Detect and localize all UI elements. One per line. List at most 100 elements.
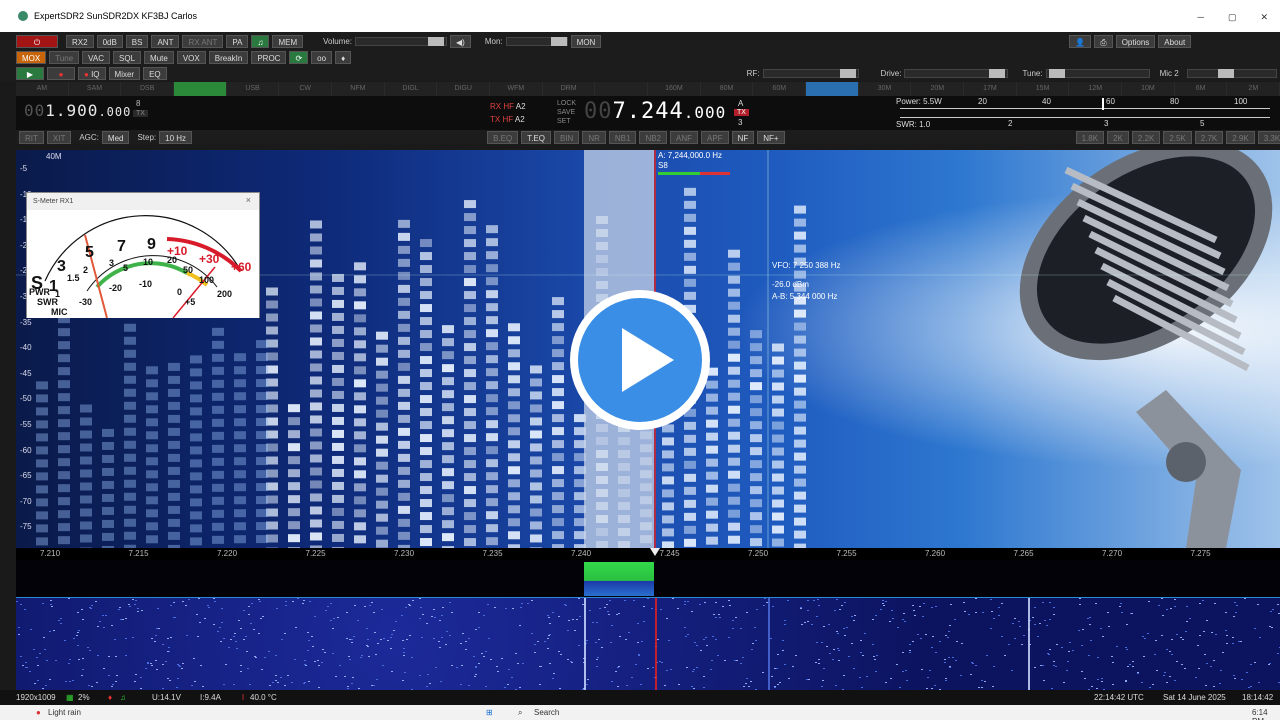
dsp-button[interactable]: T.EQ	[521, 130, 551, 144]
options-button[interactable]: Options	[1115, 34, 1156, 48]
mode-band-item[interactable]: USB	[227, 82, 280, 96]
mode-band-item[interactable]	[595, 82, 649, 96]
search-box[interactable]: Search	[534, 708, 559, 717]
tape-icon[interactable]: oo	[311, 50, 333, 64]
mode-band-item[interactable]: WFM	[490, 82, 543, 96]
user-icon[interactable]: 👤	[1069, 34, 1092, 48]
mode-band-item[interactable]: DRM	[543, 82, 596, 96]
mode-band-item[interactable]: 10M	[1122, 82, 1175, 96]
weather-text[interactable]: Light rain	[48, 708, 81, 717]
drive-slider[interactable]	[904, 68, 1009, 78]
filter-button[interactable]: 2K	[1107, 130, 1129, 144]
frequency-axis[interactable]: 7.210 7.215 7.220 7.225 7.230 7.235 7.240 7.245…	[16, 548, 1280, 560]
mute-button[interactable]: Mute	[144, 50, 174, 64]
tx-badge[interactable]: TX	[734, 109, 749, 116]
search-icon[interactable]: ⌕	[518, 708, 522, 718]
mixer-button[interactable]: Mixer	[108, 66, 141, 80]
tune-slider[interactable]	[1045, 68, 1150, 78]
set-button[interactable]: SET	[557, 117, 576, 126]
filter-button[interactable]: 2.5K	[1163, 130, 1192, 144]
rit-button[interactable]: RIT	[19, 130, 44, 144]
filter-button[interactable]: 1.8K	[1075, 130, 1105, 144]
mode-band-item[interactable]: 60M	[753, 82, 807, 96]
vfo-b-tx[interactable]: TX	[133, 110, 148, 117]
printer-icon[interactable]: ⎙	[1094, 34, 1113, 48]
about-button[interactable]: About	[1158, 34, 1192, 48]
iq-button[interactable]: ● IQ	[78, 66, 106, 80]
dsp-button[interactable]: BIN	[553, 130, 580, 144]
dsp-button[interactable]: ANF	[670, 130, 698, 144]
play-button[interactable]	[566, 286, 714, 434]
mode-band-item[interactable]: 6M	[1175, 82, 1228, 96]
mic-icon[interactable]: ♦	[335, 50, 352, 64]
headphones-icon[interactable]: ♫	[251, 34, 270, 48]
mode-band-item[interactable]: 17M	[964, 82, 1017, 96]
vfo-b-frequency[interactable]: 001.900.000	[24, 101, 131, 120]
filter-button[interactable]: 2.9K	[1226, 130, 1255, 144]
mode-band-item[interactable]	[174, 82, 227, 96]
lock-button[interactable]: LOCK	[557, 99, 576, 108]
rx-ant-button[interactable]: RX ANT	[182, 34, 224, 48]
play-icon[interactable]: ▶	[16, 66, 44, 80]
mode-band-item[interactable]	[806, 82, 859, 96]
mode-band-item[interactable]: 2M	[1227, 82, 1280, 96]
eq-button[interactable]: EQ	[143, 66, 167, 80]
sync-icon[interactable]: ⟳	[289, 50, 309, 64]
mode-band-item[interactable]: 15M	[1017, 82, 1070, 96]
mode-band-item[interactable]: DSB	[121, 82, 175, 96]
rx2-button[interactable]: RX2	[66, 34, 94, 48]
vox-button[interactable]: VOX	[176, 50, 206, 64]
dsp-button[interactable]: B.EQ	[487, 130, 519, 144]
vfo-a-frequency[interactable]: 007.244.000	[584, 99, 726, 124]
mode-band-item[interactable]: 160M	[648, 82, 701, 96]
dsp-button[interactable]: APF	[701, 130, 729, 144]
mode-band-item[interactable]: 30M	[859, 82, 912, 96]
mem-button[interactable]: MEM	[272, 34, 304, 48]
mon-slider[interactable]	[505, 36, 568, 46]
rx-ant[interactable]: A2	[516, 102, 526, 111]
mon-button[interactable]: MON	[570, 34, 602, 48]
rf-slider[interactable]	[762, 68, 859, 78]
step-select[interactable]: 10 Hz	[159, 130, 193, 144]
dsp-button[interactable]: NB2	[639, 130, 667, 144]
power-button[interactable]: ⏻	[16, 34, 58, 48]
mode-band-item[interactable]: NFM	[332, 82, 385, 96]
dsp-button[interactable]: NF	[731, 130, 755, 144]
save-button[interactable]: SAVE	[557, 108, 576, 117]
mox-button[interactable]: MOX	[16, 50, 47, 64]
tune-button[interactable]: Tune	[49, 50, 80, 64]
breakin-button[interactable]: BreakIn	[208, 50, 249, 64]
dsp-button[interactable]: NF+	[757, 130, 785, 144]
mic-slider[interactable]	[1186, 68, 1277, 78]
tx-ant[interactable]: A2	[515, 115, 525, 124]
mode-band-item[interactable]: 20M	[911, 82, 965, 96]
ant-button[interactable]: ANT	[151, 34, 180, 48]
mode-band-item[interactable]: 12M	[1069, 82, 1123, 96]
filter-button[interactable]: 2.7K	[1194, 130, 1224, 144]
bs-button[interactable]: BS	[125, 34, 149, 48]
agc-select[interactable]: Med	[101, 130, 130, 144]
xit-button[interactable]: XIT	[46, 130, 72, 144]
filter-button[interactable]: 3.3K	[1257, 130, 1280, 144]
vac-button[interactable]: VAC	[82, 50, 111, 64]
mode-band-item[interactable]: SAM	[69, 82, 122, 96]
record-icon[interactable]: ●	[47, 66, 75, 80]
volume-slider[interactable]	[355, 36, 448, 46]
s-meter-window[interactable]: S-Meter RX1 × S 1 3 5 7 9 +10 +30 +60 1 1.5 2 3 5 10 20…	[26, 192, 260, 318]
maximize-icon[interactable]: ▢	[1228, 12, 1237, 23]
mode-band-item[interactable]: AM	[16, 82, 69, 96]
proc-button[interactable]: PROC	[251, 50, 287, 64]
mode-band-item[interactable]: DIGU	[437, 82, 491, 96]
minimize-icon[interactable]: ─	[1198, 12, 1204, 23]
dsp-button[interactable]: NR	[582, 130, 606, 144]
waterfall-display[interactable]	[16, 598, 1280, 690]
s-meter-close-icon[interactable]: ×	[246, 195, 251, 205]
mode-band-item[interactable]: 80M	[701, 82, 754, 96]
pa-button[interactable]: PA	[226, 34, 249, 48]
mode-band-item[interactable]: CW	[279, 82, 333, 96]
start-icon[interactable]: ⊞	[486, 708, 493, 717]
close-icon[interactable]: ✕	[1260, 12, 1268, 23]
sql-button[interactable]: SQL	[113, 50, 142, 64]
attenuator-button[interactable]: 0dB	[96, 34, 123, 48]
mode-band-item[interactable]: DIGL	[385, 82, 438, 96]
